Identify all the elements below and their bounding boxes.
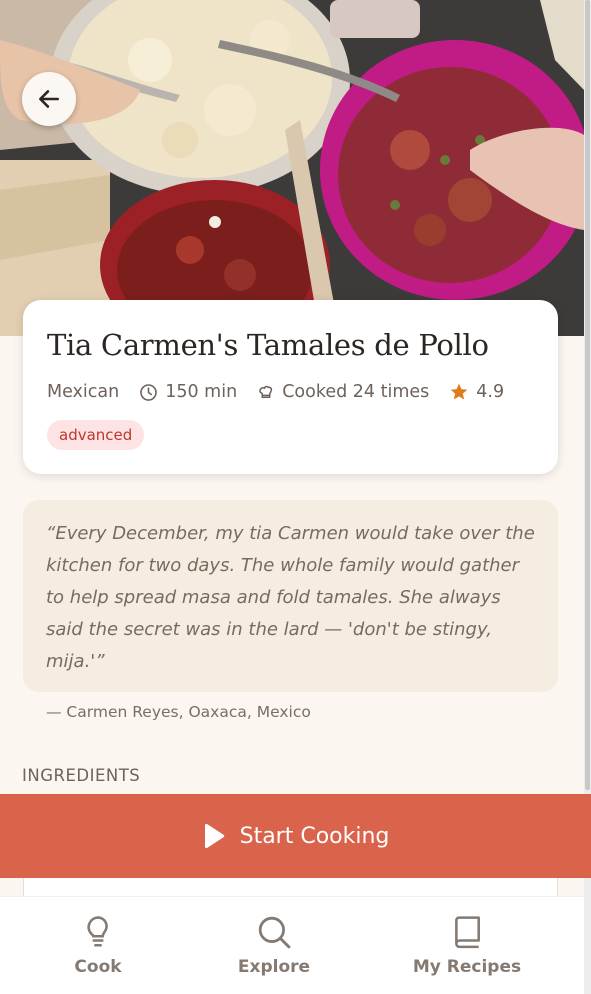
chef-hat-icon: [259, 385, 273, 398]
nav-label-cook: Cook: [74, 957, 122, 977]
arrow-left-icon: [39, 90, 59, 108]
start-cooking-button[interactable]: Start Cooking: [0, 794, 591, 878]
recipe-title: Tia Carmen's Tamales de Pollo: [47, 328, 489, 362]
bottom-navigation: Cook Explore My Recipes: [0, 896, 584, 994]
difficulty-badge: advanced: [47, 420, 145, 450]
quote-text: “Every December, my tia Carmen would tak…: [46, 523, 535, 672]
recipe-meta-row: Mexican 150 min Cooked 24 times 4.9: [47, 382, 504, 402]
recipe-hero-image: [0, 0, 584, 336]
search-icon: [258, 916, 291, 949]
nav-label-explore: Explore: [237, 957, 311, 977]
rating: 4.9: [449, 382, 504, 402]
hero-photo: [0, 0, 584, 336]
nav-item-my-recipes[interactable]: My Recipes: [407, 915, 527, 977]
cooked-count-value: Cooked 24 times: [282, 382, 430, 402]
family-story-quote: “Every December, my tia Carmen would tak…: [23, 500, 558, 692]
nav-item-explore[interactable]: Explore: [214, 915, 334, 977]
ingredients-heading: INGREDIENTS: [22, 766, 141, 785]
lightbulb-icon: [87, 916, 108, 947]
star-icon: [450, 383, 468, 400]
nav-label-my-recipes: My Recipes: [412, 957, 522, 977]
start-cooking-label: Start Cooking: [239, 823, 390, 849]
cook-time: 150 min: [139, 382, 237, 402]
play-icon: [204, 823, 224, 849]
cooked-count: Cooked 24 times: [257, 382, 429, 402]
cook-time-value: 150 min: [165, 382, 238, 402]
scrollbar-thumb[interactable]: [585, 0, 590, 790]
book-icon: [455, 916, 480, 949]
quote-attribution: — Carmen Reyes, Oaxaca, Mexico: [46, 703, 311, 721]
recipe-summary-card: Tia Carmen's Tamales de Pollo Mexican 15…: [23, 300, 558, 474]
clock-icon: [140, 383, 158, 401]
cuisine-label: Mexican: [47, 382, 120, 402]
nav-item-cook[interactable]: Cook: [38, 915, 158, 977]
back-button[interactable]: [22, 72, 76, 126]
rating-value: 4.9: [476, 382, 505, 402]
